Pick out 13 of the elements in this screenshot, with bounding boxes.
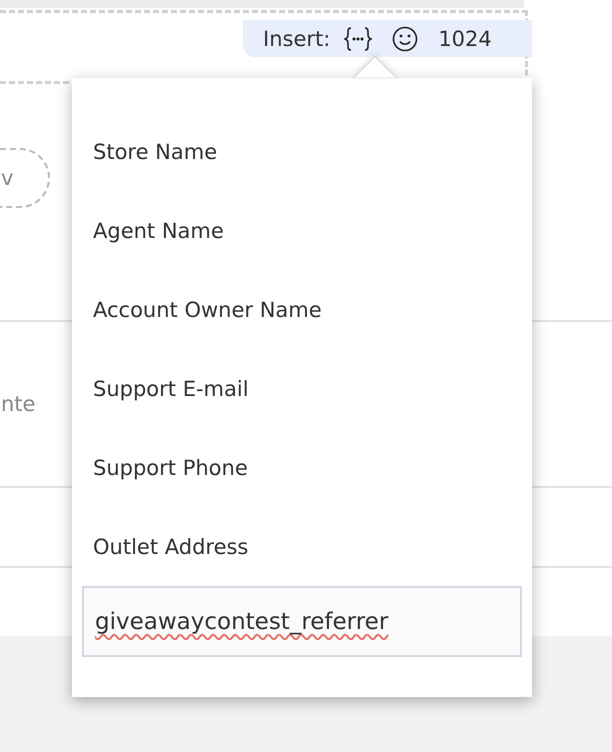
character-count: 1024	[438, 26, 492, 50]
menu-item[interactable]: Support Phone	[82, 428, 522, 507]
insert-label: Insert:	[263, 26, 330, 50]
tag-pill[interactable]: v	[0, 148, 50, 208]
input-field[interactable]: giveawaycontest_referrer	[82, 586, 522, 657]
menu-item[interactable]: Support E-mail	[82, 349, 522, 428]
menu-item[interactable]: Store Name	[82, 112, 522, 191]
braces-icon[interactable]	[344, 26, 372, 52]
menu-item[interactable]: Outlet Address	[82, 507, 522, 586]
row-label: nte	[1, 392, 36, 416]
smiley-icon[interactable]	[392, 26, 418, 52]
menu-item[interactable]: Agent Name	[82, 191, 522, 270]
menu-item[interactable]: Account Owner Name	[82, 270, 522, 349]
